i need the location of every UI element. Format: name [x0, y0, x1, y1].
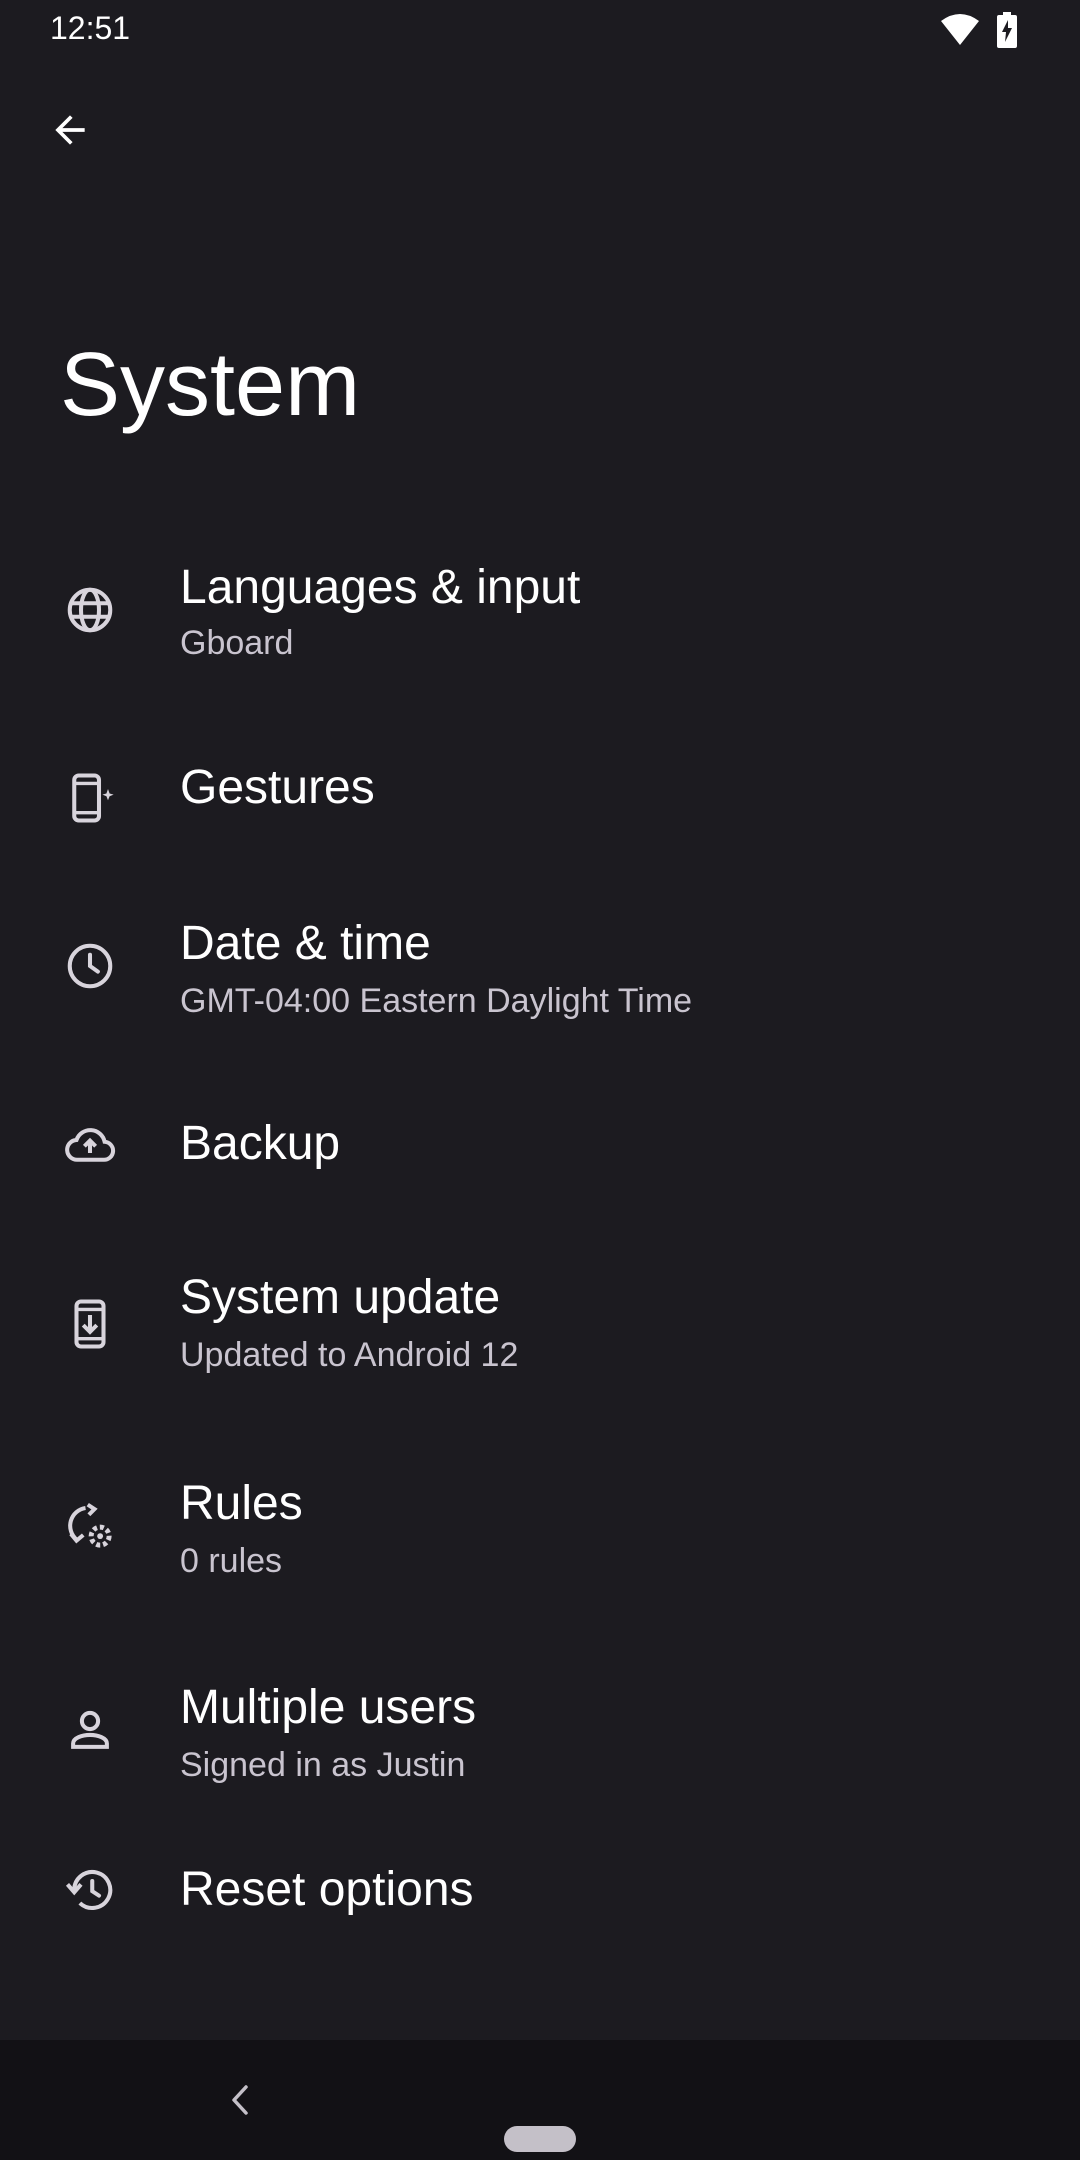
status-icons — [940, 12, 1018, 53]
nav-home-pill-icon[interactable] — [504, 2126, 576, 2152]
rules-icon — [60, 1496, 120, 1556]
settings-item-title: System update — [180, 1271, 501, 1324]
settings-item-languages[interactable]: Languages & input Gboard — [0, 510, 1080, 710]
settings-item-title: Gestures — [180, 761, 375, 814]
settings-item-title: Multiple users — [180, 1681, 477, 1734]
settings-item-subtitle: 0 rules — [180, 1542, 283, 1580]
nav-back-icon — [232, 2085, 248, 2115]
arrow-back-icon — [55, 115, 85, 145]
settings-item-reset-options[interactable]: Reset options — [0, 1834, 1080, 2034]
settings-item-subtitle: Gboard — [180, 624, 294, 662]
settings-item-title: Reset options — [180, 1863, 474, 1916]
settings-item-title: Rules — [180, 1477, 303, 1530]
settings-screen: 12:51 System Languages & input Gboard Ge… — [0, 0, 1080, 2160]
settings-item-system-update[interactable]: System update Updated to Android 12 — [0, 1230, 1080, 1430]
wifi-icon — [940, 13, 980, 52]
settings-item-date-time[interactable]: Date & time GMT-04:00 Eastern Daylight T… — [0, 870, 1080, 1070]
settings-item-title: Languages & input — [180, 561, 581, 614]
page-title: System — [60, 335, 361, 435]
person-icon — [60, 1700, 120, 1760]
settings-item-subtitle: Updated to Android 12 — [180, 1336, 519, 1374]
gestures-phone-icon — [60, 768, 120, 828]
settings-item-title: Backup — [180, 1117, 341, 1170]
settings-item-multiple-users[interactable]: Multiple users Signed in as Justin — [0, 1634, 1080, 1834]
status-bar: 12:51 — [0, 0, 1080, 60]
back-button[interactable] — [40, 100, 100, 160]
navigation-bar — [0, 2040, 1080, 2160]
nav-back-button[interactable] — [218, 2078, 262, 2122]
globe-icon — [60, 580, 120, 640]
clock-icon — [60, 936, 120, 996]
status-time: 12:51 — [50, 10, 131, 46]
history-icon — [60, 1860, 120, 1920]
cloud-upload-icon — [60, 1114, 120, 1174]
settings-item-rules[interactable]: Rules 0 rules — [0, 1430, 1080, 1630]
settings-item-subtitle: Signed in as Justin — [180, 1746, 466, 1784]
battery-charging-icon — [996, 12, 1018, 53]
settings-item-subtitle: GMT-04:00 Eastern Daylight Time — [180, 982, 693, 1020]
settings-item-title: Date & time — [180, 917, 431, 970]
system-update-icon — [60, 1294, 120, 1354]
